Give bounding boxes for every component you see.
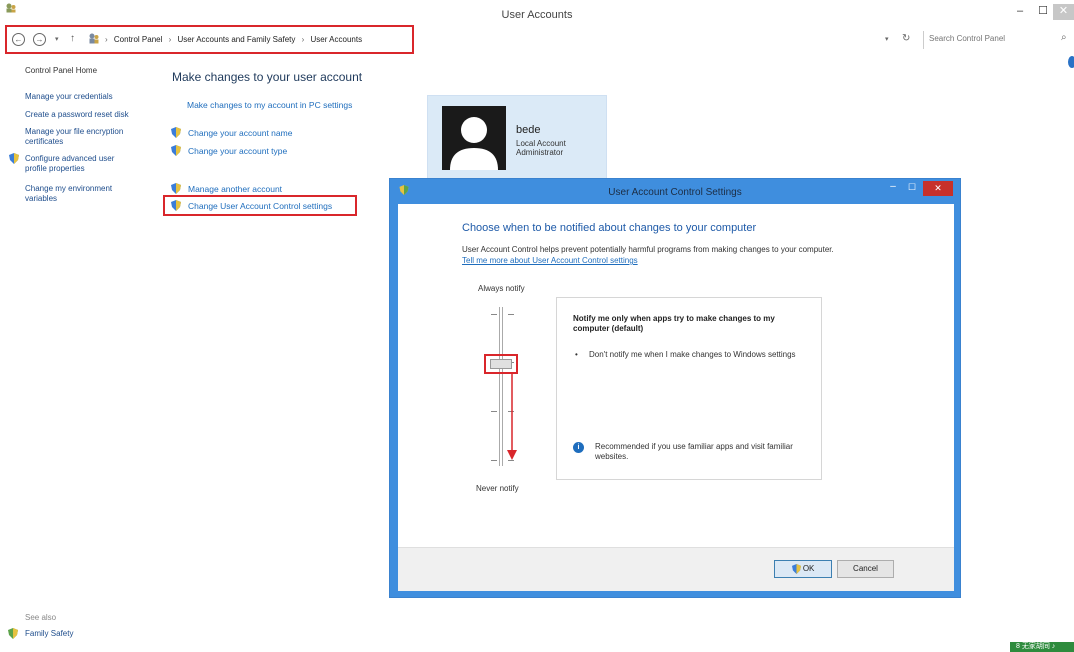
nav-change-environment-variables[interactable]: Change my environment variables xyxy=(25,184,135,204)
change-account-type-label[interactable]: Change your account type xyxy=(188,146,287,156)
slider-tick xyxy=(508,314,514,315)
nav-manage-encryption-certificates[interactable]: Manage your file encryption certificates xyxy=(25,127,145,147)
page-title: Make changes to your user account xyxy=(172,70,363,84)
setting-description-panel: Notify me only when apps try to make cha… xyxy=(556,297,822,480)
dialog-body: Choose when to be notified about changes… xyxy=(398,204,954,547)
window-titlebar: User Accounts – ☐ ✕ xyxy=(0,0,1074,24)
ok-button-label[interactable]: OK xyxy=(803,564,815,573)
dialog-heading: Choose when to be notified about changes… xyxy=(462,222,757,234)
avatar xyxy=(442,106,506,170)
always-notify-label: Always notify xyxy=(478,284,525,293)
cancel-button[interactable]: Cancel xyxy=(837,560,894,578)
maximize-button[interactable]: ☐ xyxy=(1033,4,1053,20)
manage-another-account-link[interactable]: Manage another account xyxy=(171,183,282,194)
window-title: User Accounts xyxy=(501,9,573,21)
account-card: bede Local Account Administrator xyxy=(427,95,607,185)
nav-control-panel-home[interactable]: Control Panel Home xyxy=(25,66,97,76)
search-icon[interactable]: ⌕ xyxy=(1061,32,1067,43)
down-arrow-annotation-icon xyxy=(507,374,517,460)
help-icon[interactable] xyxy=(1068,56,1074,68)
setting-title: Notify me only when apps try to make cha… xyxy=(573,314,775,333)
refresh-icon[interactable]: ↻ xyxy=(902,33,910,44)
setting-bullet: Don't notify me when I make changes to W… xyxy=(575,350,815,360)
slider-tick xyxy=(491,411,497,412)
info-icon: i xyxy=(573,442,584,453)
dialog-maximize-button[interactable]: ☐ xyxy=(905,182,919,194)
see-also-heading: See also xyxy=(25,613,57,622)
family-safety-link[interactable]: Family Safety xyxy=(8,628,73,639)
dialog-close-button[interactable]: ✕ xyxy=(923,181,953,196)
dialog-minimize-button[interactable]: – xyxy=(886,182,900,194)
uac-settings-dialog: User Account Control Settings – ☐ ✕ Choo… xyxy=(389,178,961,598)
highlight-uac-link-box xyxy=(163,195,357,216)
family-safety-icon xyxy=(8,628,18,639)
account-role: Administrator xyxy=(516,148,564,157)
account-name: bede xyxy=(516,124,541,136)
change-account-name-label[interactable]: Change your account name xyxy=(188,128,292,138)
family-safety-label[interactable]: Family Safety xyxy=(25,629,73,638)
setting-recommendation: i Recommended if you use familiar apps a… xyxy=(573,442,813,462)
uac-shield-icon xyxy=(791,563,801,574)
uac-shield-icon xyxy=(171,145,181,156)
pc-settings-link[interactable]: Make changes to my account in PC setting… xyxy=(187,100,352,110)
change-account-type-link[interactable]: Change your account type xyxy=(171,145,287,156)
never-notify-label: Never notify xyxy=(476,484,519,493)
setting-recommendation-text: Recommended if you use familiar apps and… xyxy=(595,442,793,461)
nav-create-password-reset-disk[interactable]: Create a password reset disk xyxy=(25,110,129,120)
search-box[interactable]: ⌕ xyxy=(923,31,1074,49)
nav-manage-credentials[interactable]: Manage your credentials xyxy=(25,92,113,102)
search-input[interactable] xyxy=(929,34,1049,43)
uac-shield-icon xyxy=(171,183,181,194)
highlight-breadcrumb-box xyxy=(5,25,414,54)
dialog-footer: OK Cancel xyxy=(398,547,954,591)
slider-tick xyxy=(491,314,497,315)
close-button[interactable]: ✕ xyxy=(1053,4,1074,20)
nav-configure-advanced-profile[interactable]: Configure advanced user profile properti… xyxy=(25,154,135,174)
user-silhouette-icon xyxy=(450,117,498,170)
address-dropdown-chevron-icon[interactable]: ▾ xyxy=(885,35,889,43)
ok-button[interactable]: OK xyxy=(774,560,832,578)
tray-badge[interactable]: 8 无家胡同 ♪ xyxy=(1010,642,1074,652)
minimize-button[interactable]: – xyxy=(1010,4,1030,20)
uac-shield-icon xyxy=(9,153,19,164)
dialog-description: User Account Control helps prevent poten… xyxy=(462,245,834,254)
change-account-name-link[interactable]: Change your account name xyxy=(171,127,292,138)
slider-tick xyxy=(491,460,497,461)
dialog-title: User Account Control Settings xyxy=(608,187,742,198)
uac-shield-icon xyxy=(171,127,181,138)
uac-slider-track[interactable] xyxy=(499,307,503,466)
manage-another-account-label[interactable]: Manage another account xyxy=(188,184,282,194)
account-type: Local Account xyxy=(516,139,566,148)
uac-learn-more-link[interactable]: Tell me more about User Account Control … xyxy=(462,256,638,265)
